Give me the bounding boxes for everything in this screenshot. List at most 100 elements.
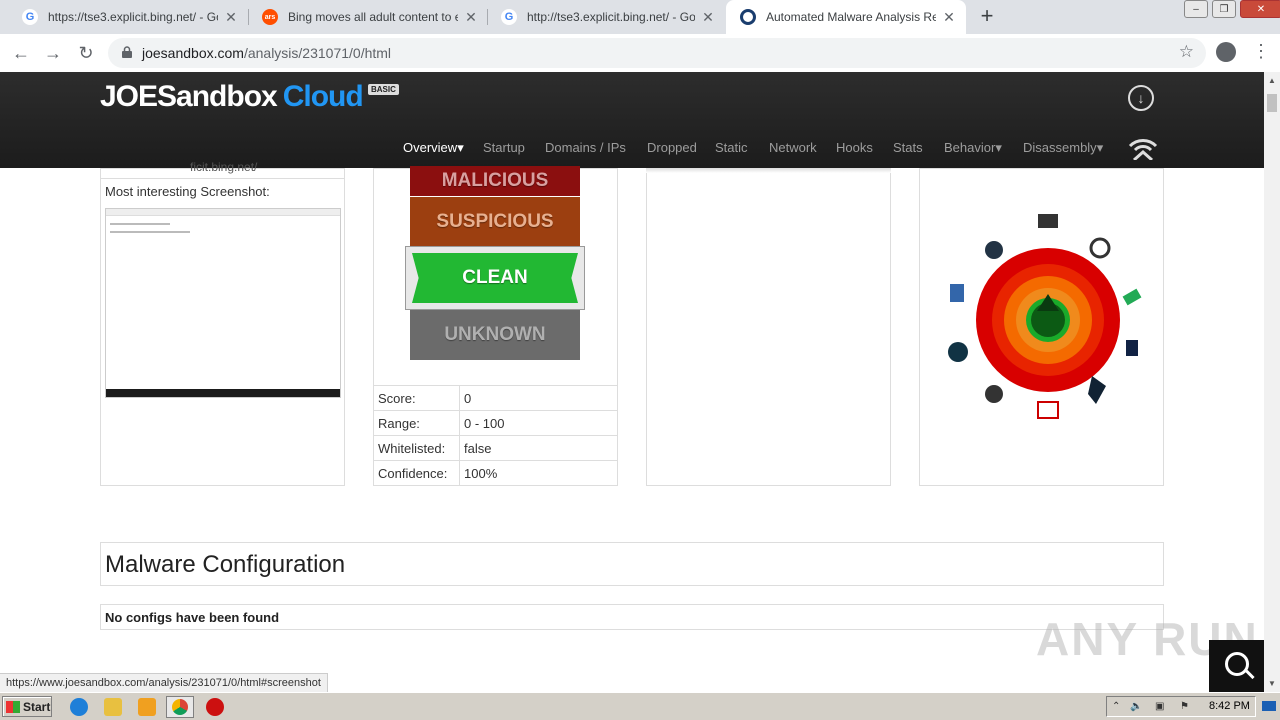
malware-config-title: Malware Configuration [105, 551, 346, 578]
bookmark-star-icon[interactable]: ☆ [1179, 42, 1194, 62]
verdict-malicious: MALICIOUS [410, 166, 580, 196]
new-tab-button[interactable]: + [976, 5, 998, 29]
panel-shadow [646, 168, 891, 173]
url-path: /analysis/231071/0/html [243, 45, 392, 61]
window-controls: – ❐ ✕ [1180, 0, 1280, 18]
tab-title: http://tse3.explicit.bing.net/ - Googl [527, 10, 695, 24]
cutoff-url-text: ficit.bing.net/ [190, 160, 258, 174]
forward-arrow-icon[interactable]: → [42, 42, 64, 64]
table-row: Score: 0 [374, 385, 617, 411]
windows-taskbar: Start ⌃ 🔈 ▣ ⚑ 8:42 PM [0, 692, 1280, 720]
nav-network[interactable]: Network [769, 140, 817, 155]
tab-title: Bing moves all adult content to explic [288, 10, 458, 24]
browser-toolbar: ← → ↻ joesandbox.com/analysis/231071/0/h… [0, 34, 1280, 73]
url-host: joesandbox.com [142, 45, 244, 61]
search-button[interactable] [1209, 640, 1264, 692]
google-icon: G [501, 9, 517, 25]
nav-behavior[interactable]: Behavior▾ [944, 140, 1002, 156]
windows-logo-icon [6, 700, 20, 713]
close-icon[interactable]: ✕ [942, 9, 956, 26]
volume-icon[interactable]: 🔈 [1130, 701, 1142, 712]
threat-icon-cryptominer [1089, 237, 1111, 259]
action-center-flag-icon[interactable]: ⚑ [1180, 701, 1192, 712]
chrome-taskbar-button[interactable] [166, 696, 194, 718]
address-bar[interactable]: joesandbox.com/analysis/231071/0/html ☆ [108, 38, 1206, 68]
reload-icon[interactable]: ↻ [75, 42, 97, 64]
joesandbox-favicon-icon [740, 9, 756, 25]
nav-overview[interactable]: Overview▾ [403, 140, 464, 156]
nav-static[interactable]: Static [715, 140, 748, 155]
back-arrow-icon[interactable]: ← [10, 42, 32, 64]
tab-bing-explicit-1[interactable]: G https://tse3.explicit.bing.net/ - Goo … [8, 0, 248, 34]
threat-icon-bitcoin [985, 241, 1003, 259]
nav-startup[interactable]: Startup [483, 140, 525, 155]
profile-avatar-icon[interactable] [1216, 42, 1236, 62]
google-icon: G [22, 9, 38, 25]
logo-cloud: Cloud [282, 80, 364, 113]
verdict-unknown: UNKNOWN [410, 310, 580, 360]
url-text: joesandbox.com/analysis/231071/0/html [142, 45, 391, 61]
close-icon[interactable]: ✕ [224, 9, 238, 26]
screenshot-label: Most interesting Screenshot: [105, 184, 270, 199]
search-icon-handle [1245, 669, 1255, 680]
logo-tier-badge: BASIC [368, 84, 399, 95]
threat-icon-phishing [1122, 288, 1142, 306]
threat-icon-trojan [1088, 376, 1106, 404]
tab-bing-explicit-2[interactable]: G http://tse3.explicit.bing.net/ - Googl… [487, 0, 725, 34]
media-player-icon[interactable] [138, 698, 156, 716]
close-icon[interactable]: ✕ [464, 9, 478, 26]
table-row: Confidence: 100% [374, 460, 617, 485]
scrollbar-thumb[interactable] [1267, 94, 1277, 112]
screenshot-thumbnail[interactable] [105, 208, 341, 398]
restore-icon[interactable]: ❐ [1212, 0, 1236, 18]
nav-dropped[interactable]: Dropped [647, 140, 697, 155]
logo-joe: JOE [100, 80, 158, 113]
tab-malware-report[interactable]: Automated Malware Analysis Report ✕ [726, 0, 966, 34]
nav-disassembly[interactable]: Disassembly▾ [1023, 140, 1103, 156]
chrome-icon [172, 699, 188, 715]
live-feed-icon[interactable] [1128, 134, 1158, 160]
malware-config-section: Malware Configuration [100, 542, 1164, 586]
nav-stats[interactable]: Stats [893, 140, 923, 155]
tab-ars-article[interactable]: ars Bing moves all adult content to expl… [248, 0, 488, 34]
thumbnail-line [110, 231, 190, 233]
threat-icon-banker [1126, 340, 1138, 356]
verdict-suspicious: SUSPICIOUS [410, 197, 580, 247]
verdict-clean: CLEAN [412, 253, 578, 303]
download-icon[interactable]: ↓ [1128, 85, 1154, 111]
browser-tab-strip: G https://tse3.explicit.bing.net/ - Goo … [0, 0, 1280, 34]
empty-panel [646, 168, 891, 486]
nav-hooks[interactable]: Hooks [836, 140, 873, 155]
opera-icon[interactable] [206, 698, 224, 716]
logo-sandbox: Sandbox [157, 80, 278, 113]
explorer-icon[interactable] [104, 698, 122, 716]
threat-icon-exploiter [985, 385, 1003, 403]
threat-icon-spyware [1037, 401, 1059, 419]
no-configs-box: No configs have been found [100, 604, 1164, 630]
minimize-icon[interactable]: – [1184, 0, 1208, 18]
close-icon[interactable]: ✕ [701, 9, 715, 26]
status-url-tooltip: https://www.joesandbox.com/analysis/2310… [0, 673, 328, 694]
lock-icon[interactable] [122, 46, 132, 58]
threat-icon-evader [948, 342, 968, 362]
tab-title: https://tse3.explicit.bing.net/ - Goo [48, 10, 218, 24]
scroll-down-icon[interactable]: ▼ [1268, 679, 1276, 688]
taskbar-clock: 8:42 PM [1209, 700, 1250, 712]
close-window-icon[interactable]: ✕ [1240, 0, 1280, 18]
threat-target-chart[interactable] [944, 208, 1144, 420]
ie-icon[interactable] [70, 698, 88, 716]
start-button[interactable]: Start [2, 696, 52, 717]
thumbnail-titlebar [106, 209, 340, 216]
scroll-up-icon[interactable]: ▲ [1268, 76, 1276, 85]
page-scrollbar[interactable]: ▲ ▼ [1264, 72, 1280, 692]
panel-divider [100, 178, 345, 179]
show-desktop-icon[interactable] [1262, 701, 1276, 711]
thumbnail-taskbar [106, 389, 340, 397]
nav-domains-ips[interactable]: Domains / IPs [545, 140, 626, 155]
ars-icon: ars [262, 9, 278, 25]
tray-expand-icon[interactable]: ⌃ [1112, 701, 1124, 712]
network-icon[interactable]: ▣ [1155, 701, 1167, 712]
joesandbox-logo[interactable]: JOESandbox Cloud BASIC [100, 80, 399, 114]
browser-menu-icon[interactable]: ⋮ [1252, 40, 1270, 62]
table-row: Range: 0 - 100 [374, 410, 617, 436]
